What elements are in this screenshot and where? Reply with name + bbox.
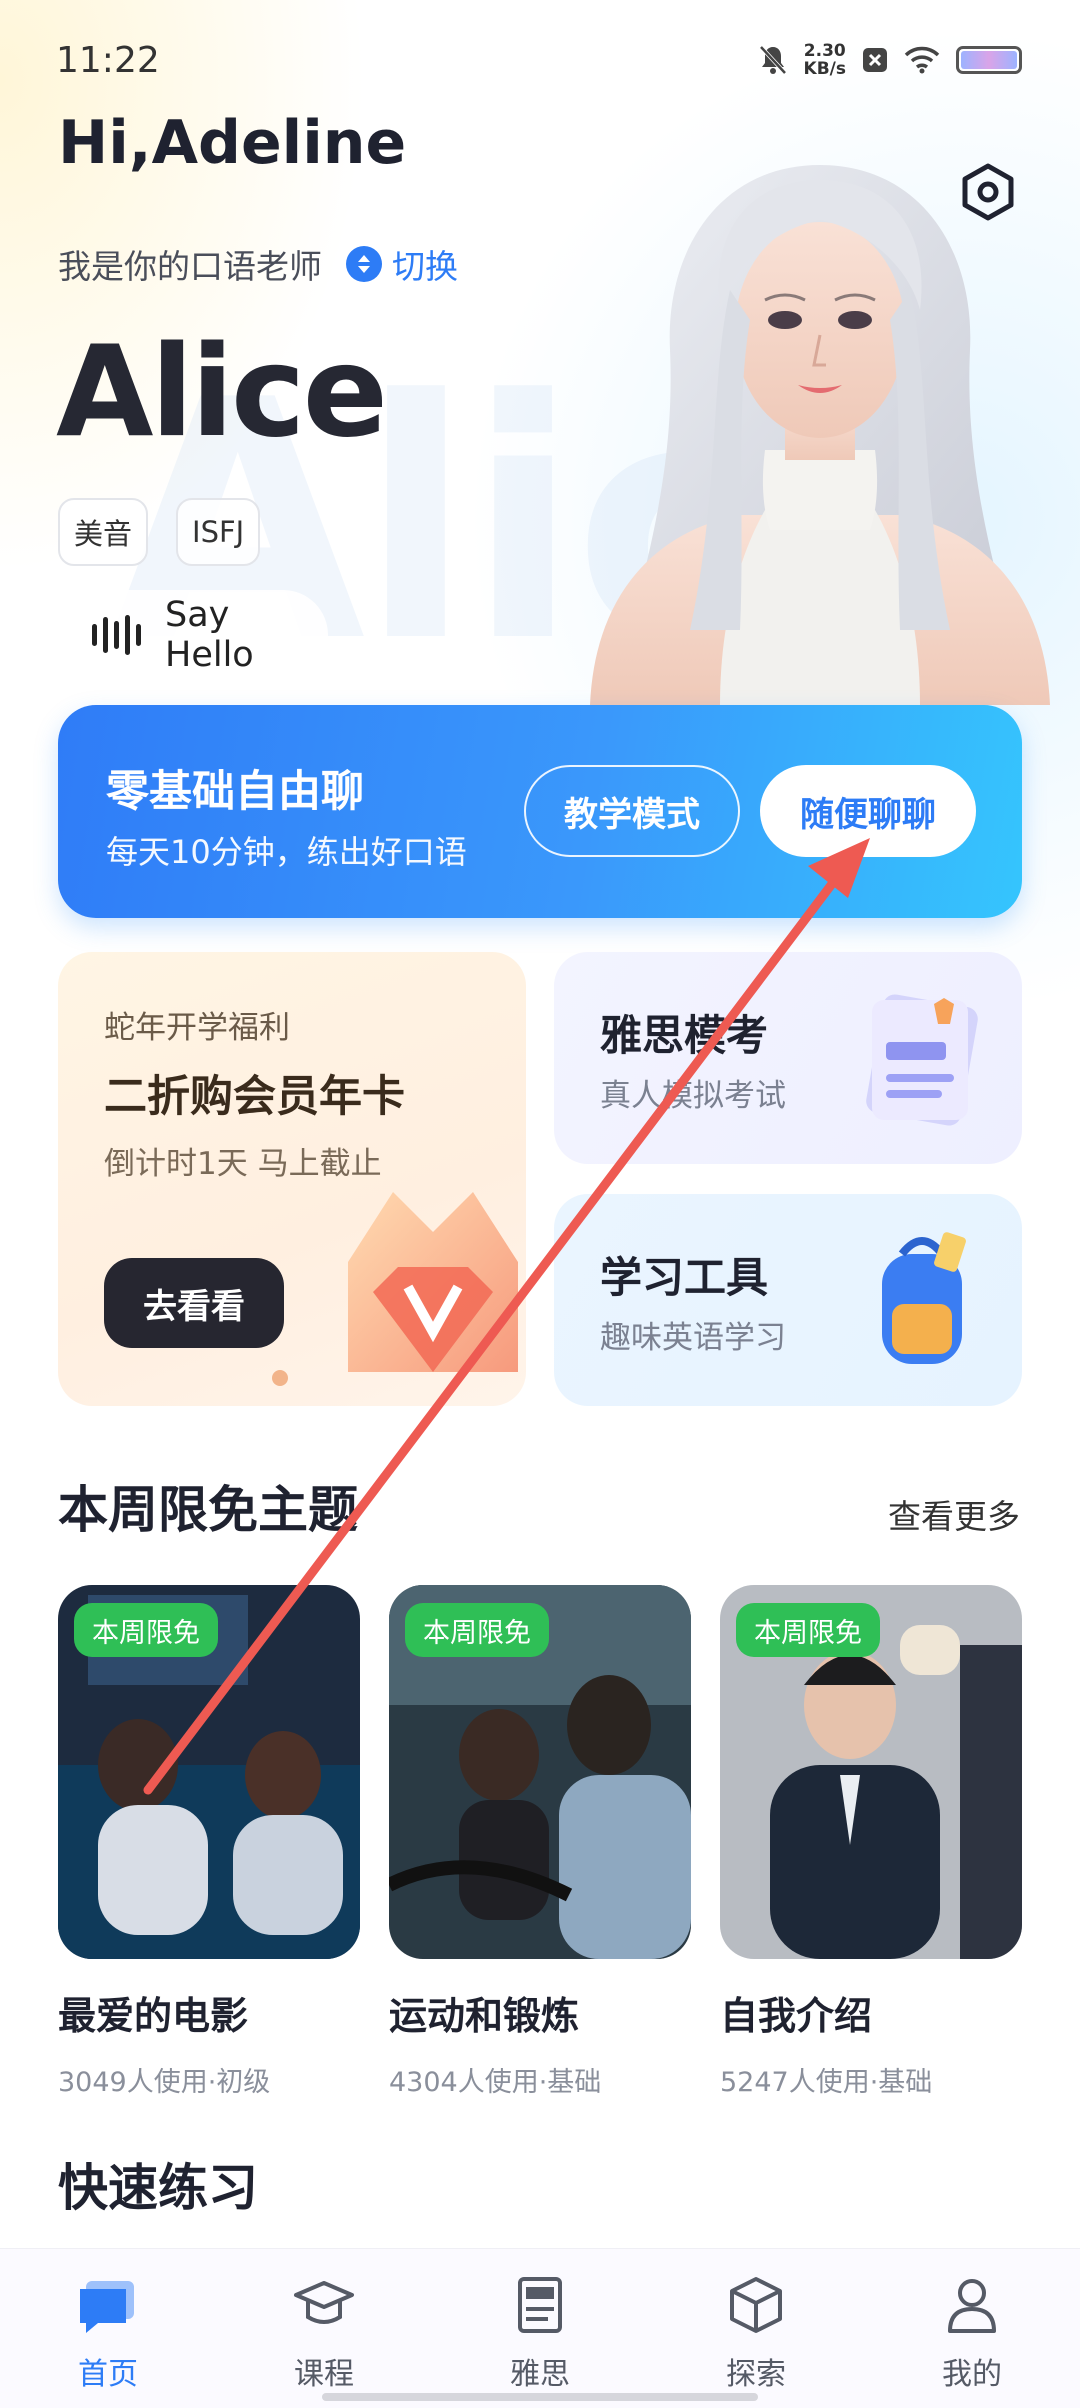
tab-courses[interactable]: 课程 xyxy=(254,2273,394,2393)
ielts-book-icon xyxy=(518,2277,562,2333)
teacher-tags: 美音 ISFJ xyxy=(58,498,261,566)
tools-card-subtitle: 趣味英语学习 xyxy=(600,1320,786,1356)
teacher-name: Alice xyxy=(56,318,388,465)
free-chat-subtitle: 每天10分钟，练出好口语 xyxy=(106,833,467,871)
backpack-icon xyxy=(882,1232,966,1364)
promo-view-button[interactable]: 去看看 xyxy=(104,1258,284,1348)
net-speed: 2.30 KB/s xyxy=(804,42,846,78)
tab-home[interactable]: 首页 xyxy=(38,2273,178,2393)
quick-practice-title: 快速练习 xyxy=(58,2159,258,2217)
tab-profile-label: 我的 xyxy=(942,2357,1002,2392)
net-speed-value: 2.30 xyxy=(803,41,846,61)
home-indicator xyxy=(322,2393,758,2401)
switch-icon[interactable] xyxy=(346,246,382,282)
tab-explore-label: 探索 xyxy=(726,2357,786,2392)
topic-name: 自我介绍 xyxy=(720,1994,873,2038)
chat-bubble-icon xyxy=(80,2281,134,2333)
topic-meta: 3049人使用·初级 xyxy=(58,2067,271,2098)
free-badge: 本周限免 xyxy=(736,1603,880,1657)
vip-gem-icon xyxy=(348,1192,518,1372)
learning-tools-card[interactable]: 学习工具 趣味英语学习 xyxy=(554,1194,1022,1406)
topic-card-movies[interactable]: 本周限免 最爱的电影 3049人使用·初级 xyxy=(58,1585,360,2099)
status-icons: 2.30 KB/s xyxy=(758,42,1022,78)
tab-ielts[interactable]: 雅思 xyxy=(470,2273,610,2393)
casual-chat-button[interactable]: 随便聊聊 xyxy=(760,765,976,857)
free-badge: 本周限免 xyxy=(405,1603,549,1657)
person-icon xyxy=(948,2279,996,2333)
topic-name: 最爱的电影 xyxy=(58,1994,249,2038)
topic-meta: 5247人使用·基础 xyxy=(720,2067,933,2098)
graduation-cap-icon xyxy=(294,2281,354,2324)
bottom-nav: 首页 课程 雅思 探索 我的 xyxy=(0,2248,1080,2408)
topic-meta: 4304人使用·基础 xyxy=(389,2067,602,2098)
status-bar: 11:22 2.30 KB/s xyxy=(0,0,1080,120)
switch-teacher-link[interactable]: 切换 xyxy=(392,240,458,288)
free-badge: 本周限免 xyxy=(74,1603,218,1657)
ielts-card-title: 雅思模考 xyxy=(600,1011,769,1060)
ielts-mock-card[interactable]: 雅思模考 真人模拟考试 xyxy=(554,952,1022,1164)
membership-promo-card[interactable]: 蛇年开学福利 二折购会员年卡 倒计时1天 马上截止 去看看 xyxy=(58,952,526,1406)
promo-title: 二折购会员年卡 xyxy=(104,1072,405,1122)
tab-home-label: 首页 xyxy=(78,2357,138,2392)
ielts-paper-icon xyxy=(866,994,978,1126)
see-more-link[interactable]: 查看更多 xyxy=(888,1490,1020,1538)
tab-ielts-label: 雅思 xyxy=(510,2357,570,2392)
say-hello-label: Say Hello xyxy=(165,595,254,675)
sound-wave-icon xyxy=(92,615,141,655)
teach-mode-button[interactable]: 教学模式 xyxy=(524,765,740,857)
tab-explore[interactable]: 探索 xyxy=(686,2273,826,2393)
topic-name: 运动和锻炼 xyxy=(389,1994,580,2038)
topic-card-self-intro[interactable]: 本周限免 自我介绍 5247人使用·基础 xyxy=(720,1585,1022,2099)
free-chat-banner[interactable]: 零基础自由聊 每天10分钟，练出好口语 教学模式 随便聊聊 xyxy=(58,705,1022,918)
settings-hex-icon[interactable] xyxy=(958,162,1018,222)
promo-kicker: 蛇年开学福利 xyxy=(104,1010,290,1046)
net-speed-unit: KB/s xyxy=(803,59,846,79)
cube-icon xyxy=(730,2277,782,2333)
teacher-intro-text: 我是你的口语老师 xyxy=(58,247,322,286)
close-box-icon xyxy=(863,48,887,72)
teacher-intro: 我是你的口语老师 切换 xyxy=(58,240,458,288)
teacher-avatar-image xyxy=(590,165,1050,705)
home-screen: 11:22 2.30 KB/s Alice Hi,Adeline 我是你的口语老… xyxy=(0,0,1080,2408)
battery-icon xyxy=(956,46,1022,74)
tab-profile[interactable]: 我的 xyxy=(902,2273,1042,2393)
tools-card-title: 学习工具 xyxy=(600,1253,769,1302)
tag-accent: 美音 xyxy=(58,498,149,566)
greeting-title: Hi,Adeline xyxy=(58,108,407,178)
promo-carousel-dot xyxy=(272,1370,288,1386)
bell-muted-icon xyxy=(759,45,787,75)
say-hello-button[interactable]: Say Hello xyxy=(58,590,328,680)
weekly-free-title: 本周限免主题 xyxy=(58,1481,358,1539)
wifi-icon xyxy=(904,46,940,74)
tab-courses-label: 课程 xyxy=(294,2357,354,2392)
topic-card-sports[interactable]: 本周限免 运动和锻炼 4304人使用·基础 xyxy=(385,1585,691,2099)
free-chat-title: 零基础自由聊 xyxy=(106,767,364,817)
tag-personality: ISFJ xyxy=(176,498,261,566)
status-time: 11:22 xyxy=(56,40,160,81)
ielts-card-subtitle: 真人模拟考试 xyxy=(600,1078,786,1114)
